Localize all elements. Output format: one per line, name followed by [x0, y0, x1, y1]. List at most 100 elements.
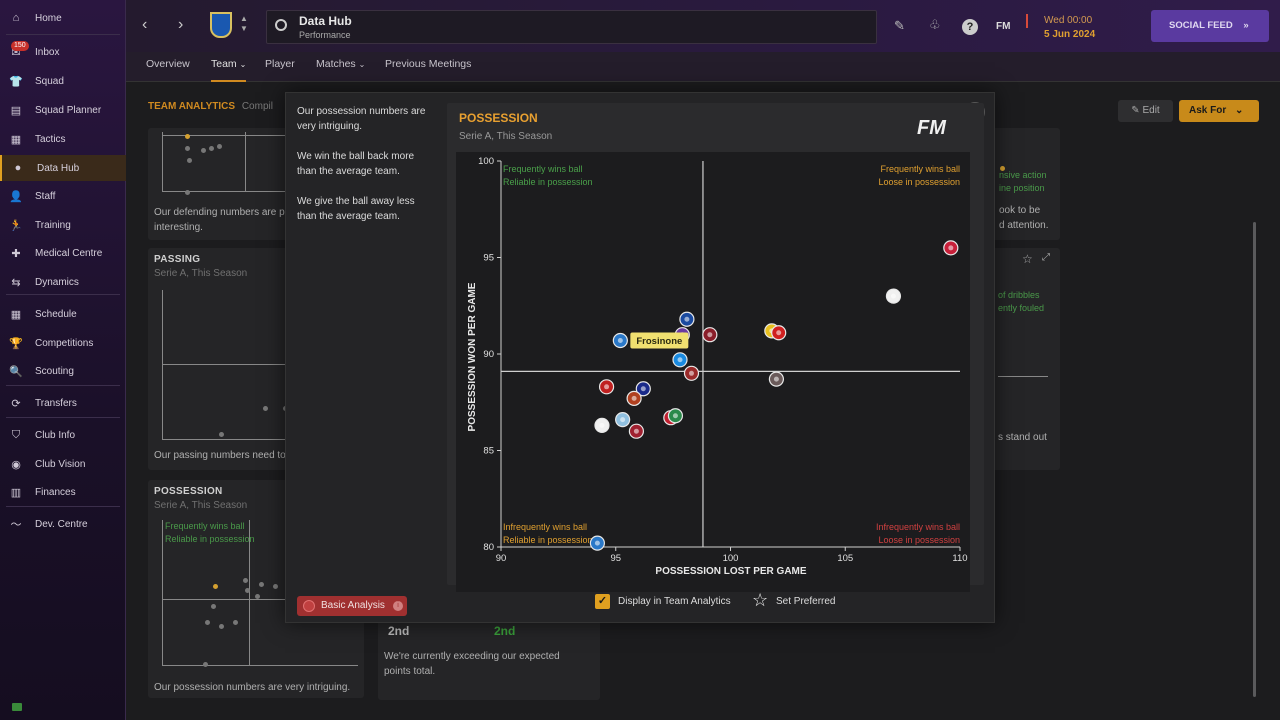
sidebar-item-dynamics[interactable]: ⇆ Dynamics [0, 269, 126, 295]
expected-position: 2nd [494, 624, 516, 638]
help-icon[interactable]: ? [962, 19, 978, 35]
possession-q1: Frequently wins ball [165, 521, 245, 531]
scrollbar[interactable] [1253, 222, 1256, 697]
chart-dot [187, 158, 192, 163]
fm-icon[interactable]: FM [996, 21, 1010, 32]
sidebar-item-label: Schedule [35, 308, 77, 320]
sidebar-item-training[interactable]: 🏃 Training [0, 212, 126, 238]
insight-paragraph: We give the ball away less than the aver… [297, 196, 415, 222]
sidebar-item-label: Tactics [35, 133, 66, 145]
club-switch-icon[interactable]: ▲ ▼ [240, 14, 248, 34]
fm-logo: FM [917, 117, 946, 139]
data-hub-icon: ● [14, 162, 22, 174]
sidebar-item-transfers[interactable]: ⟳ Transfers [0, 390, 126, 416]
sidebar-item-club-vision[interactable]: ◉ Club Vision [0, 451, 126, 477]
league-position-card[interactable]: 2nd 2nd We're currently exceeding our ex… [378, 614, 600, 700]
vision-icon: ◉ [11, 458, 21, 471]
sidebar-item-inbox[interactable]: ✉ 150 Inbox [0, 39, 126, 65]
chart-dot [201, 148, 206, 153]
y-tick-label: 85 [483, 446, 494, 457]
tab-team[interactable]: Team ⌄ [211, 52, 247, 82]
right-card-line2: ine position [999, 183, 1045, 193]
sidebar-item-finances[interactable]: ▥ Finances [0, 479, 126, 505]
sidebar-divider [6, 506, 120, 507]
club-logo-detail [604, 384, 610, 390]
sidebar-item-club-info[interactable]: ⛉ Club Info [0, 422, 126, 448]
display-in-analytics-checkbox[interactable]: ✓ [595, 594, 610, 609]
date-time: Wed 00:00 [1044, 15, 1093, 26]
calendar-icon: ▦ [10, 308, 22, 321]
x-tick-label: 90 [496, 553, 507, 564]
sidebar-item-label: Inbox [35, 46, 60, 58]
sidebar-item-tactics[interactable]: ▦ Tactics [0, 126, 126, 152]
possession-title: POSSESSION [154, 486, 223, 497]
sidebar-item-label: Home [35, 12, 62, 24]
dynamics-icon: ⇆ [11, 276, 21, 289]
inbox-icon: ✉ 150 [9, 41, 29, 59]
sidebar-item-staff[interactable]: 👤 Staff [0, 183, 126, 209]
bottom-status-icon[interactable] [12, 703, 22, 711]
sidebar-item-scouting[interactable]: 🔍 Scouting [0, 358, 126, 384]
star-icon[interactable]: ☆ [1022, 252, 1033, 266]
defending-text-line1: Our defending numbers are p [154, 207, 285, 218]
app: ⌂ Home ✉ 150 Inbox 👕 Squad ▤ Squad Planner ▦ Tacti… [0, 0, 1280, 720]
sidebar-divider [6, 294, 120, 295]
back-button[interactable]: ‹ [142, 16, 147, 34]
bulb-icon[interactable]: ♧ [929, 17, 941, 33]
set-preferred-label[interactable]: Set Preferred [776, 596, 835, 607]
sidebar-item-data-hub[interactable]: ● Data Hub [0, 155, 126, 181]
tab-previous-meetings[interactable]: Previous Meetings [385, 52, 471, 82]
ask-for-label: Ask For [1189, 105, 1227, 116]
club-logo-detail [599, 422, 605, 428]
tab-matches[interactable]: Matches ⌄ [316, 52, 365, 82]
team-analytics-suffix: Compil [241, 101, 273, 112]
home-icon: ⌂ [12, 12, 20, 24]
sidebar-divider [6, 417, 120, 418]
defending-text-line2: interesting. [154, 222, 203, 233]
tactics-icon: ▦ [10, 133, 22, 146]
sidebar-item-dev-centre[interactable]: 〜 Dev. Centre [0, 511, 126, 537]
social-feed-button[interactable]: SOCIAL FEED » [1151, 10, 1269, 42]
set-preferred-star-icon[interactable]: ☆ [752, 591, 768, 609]
quadrant-label-bottom-right: Infrequently wins ball [876, 522, 960, 532]
x-tick-label: 100 [723, 553, 739, 564]
edit-button[interactable]: ✎ Edit [1118, 100, 1173, 122]
pencil-icon[interactable]: ✎ [894, 18, 905, 34]
search-box[interactable]: Data Hub Performance [266, 10, 877, 44]
chart-dot [255, 594, 260, 599]
league-text: We're currently exceeding our expected p… [384, 651, 560, 677]
highlight-label: Frosinone [636, 336, 682, 347]
sidebar-item-schedule[interactable]: ▦ Schedule [0, 301, 126, 327]
sidebar-item-competitions[interactable]: 🏆 Competitions [0, 330, 126, 356]
search-icon [275, 19, 287, 31]
forward-button[interactable]: › [178, 16, 183, 34]
quadrant-label-top-left: Reliable in possession [503, 177, 593, 187]
expand-icon[interactable]: ⤢ [1042, 252, 1050, 263]
ask-for-button[interactable]: Ask For ⌄ [1179, 100, 1259, 122]
sidebar-divider [6, 34, 120, 35]
team-dot [213, 584, 218, 589]
quadrant-label-bottom-right: Loose in possession [878, 535, 960, 545]
club-logo-detail [890, 293, 896, 299]
sidebar-item-squad-planner[interactable]: ▤ Squad Planner [0, 97, 126, 123]
sidebar-item-home[interactable]: ⌂ Home [0, 5, 126, 31]
clipboard-icon: ▤ [10, 104, 22, 117]
dev-centre-icon: 〜 [10, 519, 22, 531]
sidebar-item-squad[interactable]: 👕 Squad [0, 68, 126, 94]
y-tick-label: 90 [483, 349, 494, 360]
tab-overview[interactable]: Overview [146, 52, 190, 82]
tab-player[interactable]: Player [265, 52, 295, 82]
x-axis-label: POSSESSION LOST PER GAME [655, 566, 806, 577]
chart-dot [233, 620, 238, 625]
club-logo-detail [631, 395, 637, 401]
chart-dot [273, 584, 278, 589]
club-logo-detail [594, 540, 600, 546]
double-chevron-icon: » [1243, 20, 1249, 31]
club-crest-icon[interactable] [210, 12, 232, 38]
x-tick-label: 110 [952, 553, 967, 564]
basic-analysis-button[interactable]: Basic Analysis i [297, 596, 407, 616]
sidebar-item-medical-centre[interactable]: ✚ Medical Centre [0, 240, 126, 266]
right-card-line1: nsive action [999, 170, 1047, 180]
basic-analysis-label: Basic Analysis [321, 600, 385, 611]
team-dot [185, 134, 190, 139]
